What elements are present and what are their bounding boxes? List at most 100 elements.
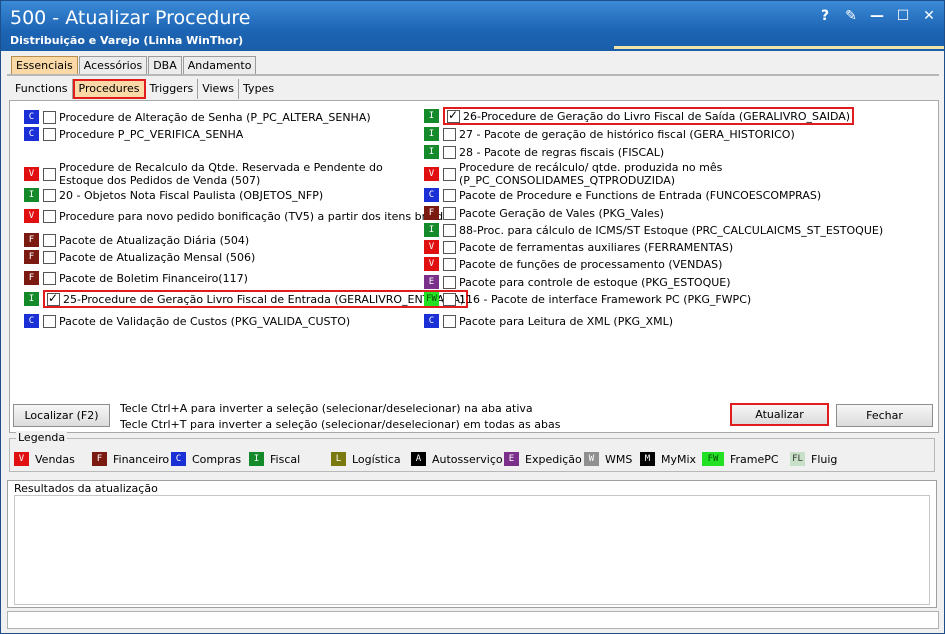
legend-label: Financeiro bbox=[113, 452, 170, 466]
item-checkbox[interactable] bbox=[443, 314, 456, 328]
item-checkbox[interactable] bbox=[443, 275, 456, 289]
results-textarea[interactable] bbox=[14, 495, 930, 605]
legend-label: MyMix bbox=[661, 452, 697, 466]
list-item[interactable]: F Pacote Geração de Vales (PKG_Vales) bbox=[424, 205, 664, 221]
item-label: Pacote de funções de processamento (VEND… bbox=[459, 257, 723, 271]
edit-icon[interactable]: ✎ bbox=[844, 8, 858, 24]
list-item[interactable]: C Procedure de Alteração de Senha (P_PC_… bbox=[24, 109, 371, 125]
legend-badge: E bbox=[504, 452, 519, 466]
item-checkbox[interactable] bbox=[443, 240, 456, 254]
list-item[interactable]: I 26-Procedure de Geração do Livro Fisca… bbox=[424, 107, 855, 125]
item-label: 26-Procedure de Geração do Livro Fiscal … bbox=[463, 109, 851, 123]
item-checkbox[interactable] bbox=[443, 257, 456, 271]
item-checkbox[interactable] bbox=[43, 167, 56, 181]
item-checkbox[interactable] bbox=[43, 127, 56, 141]
item-label: Pacote de ferramentas auxiliares (FERRAM… bbox=[459, 240, 734, 254]
sub-tabs: Functions Procedures Triggers Views Type… bbox=[11, 79, 278, 99]
tab-functions[interactable]: Functions bbox=[11, 79, 73, 99]
list-item[interactable]: FW 116 - Pacote de interface Framework P… bbox=[424, 291, 751, 307]
legend-item: W WMS bbox=[584, 452, 632, 466]
tab-procedures[interactable]: Procedures bbox=[72, 79, 146, 99]
tab-essenciais[interactable]: Essenciais bbox=[11, 56, 78, 74]
item-checkbox[interactable] bbox=[443, 167, 456, 181]
help-icon[interactable]: ? bbox=[818, 8, 832, 24]
list-item[interactable]: I 88-Proc. para cálculo de ICMS/ST Estoq… bbox=[424, 222, 883, 238]
module-badge: FW bbox=[424, 292, 439, 306]
legend-item: M MyMix bbox=[640, 452, 696, 466]
item-label: 28 - Pacote de regras fiscais (FISCAL) bbox=[459, 145, 665, 159]
item-checkbox[interactable] bbox=[43, 233, 56, 247]
procedures-panel: C Procedure de Alteração de Senha (P_PC_… bbox=[9, 100, 939, 433]
list-item[interactable]: V Pacote de funções de processamento (VE… bbox=[424, 256, 722, 272]
list-item[interactable]: C Pacote de Procedure e Functions de Ent… bbox=[424, 187, 821, 203]
localizar-button[interactable]: Localizar (F2) bbox=[13, 404, 110, 427]
legend-item: FW FramePC bbox=[702, 452, 779, 466]
fechar-button[interactable]: Fechar bbox=[836, 404, 933, 427]
tab-dba[interactable]: DBA bbox=[148, 56, 182, 74]
item-checkbox[interactable] bbox=[43, 250, 56, 264]
module-badge: C bbox=[24, 314, 39, 328]
window-title: 500 - Atualizar Procedure bbox=[10, 7, 251, 29]
legend-badge: FL bbox=[790, 452, 805, 466]
item-checkbox[interactable] bbox=[443, 292, 456, 306]
item-checkbox[interactable] bbox=[443, 223, 456, 237]
close-icon[interactable]: ✕ bbox=[922, 8, 936, 24]
tab-triggers[interactable]: Triggers bbox=[146, 79, 199, 99]
tab-types[interactable]: Types bbox=[239, 79, 278, 99]
legend-item: FL Fluig bbox=[790, 452, 837, 466]
atualizar-button[interactable]: Atualizar bbox=[730, 403, 829, 426]
module-badge: I bbox=[424, 223, 439, 237]
list-item[interactable]: E Pacote para controle de estoque (PKG_E… bbox=[424, 274, 731, 290]
item-checkbox[interactable] bbox=[47, 291, 60, 306]
item-label: 88-Proc. para cálculo de ICMS/ST Estoque… bbox=[459, 223, 884, 237]
list-item[interactable]: I 28 - Pacote de regras fiscais (FISCAL) bbox=[424, 144, 664, 160]
highlight-box: 26-Procedure de Geração do Livro Fiscal … bbox=[443, 107, 855, 125]
maximize-icon[interactable]: ☐ bbox=[896, 8, 910, 24]
item-checkbox[interactable] bbox=[43, 271, 56, 285]
item-label: Procedure para novo pedido bonificação (… bbox=[59, 209, 456, 223]
list-item[interactable]: I 25-Procedure de Geração Livro Fiscal d… bbox=[24, 290, 469, 308]
item-checkbox[interactable] bbox=[43, 314, 56, 328]
list-item[interactable]: I 20 - Objetos Nota Fiscal Paulista (OBJ… bbox=[24, 187, 323, 203]
item-checkbox[interactable] bbox=[43, 188, 56, 202]
legend-title: Legenda bbox=[16, 431, 68, 444]
legend-badge: F bbox=[92, 452, 107, 466]
list-item[interactable]: F Pacote de Atualização Diária (504) bbox=[24, 232, 249, 248]
legend-label: Autosserviço bbox=[432, 452, 503, 466]
list-item[interactable]: V Procedure de Recalculo da Qtde. Reserv… bbox=[24, 160, 414, 188]
list-item[interactable]: F Pacote de Boletim Financeiro(117) bbox=[24, 270, 248, 286]
list-item[interactable]: C Pacote para Leitura de XML (PKG_XML) bbox=[424, 313, 673, 329]
item-label: Procedure de recálculo/ qtde. produzida … bbox=[459, 161, 723, 187]
list-item[interactable]: V Pacote de ferramentas auxiliares (FERR… bbox=[424, 239, 733, 255]
legend-item: I Fiscal bbox=[249, 452, 300, 466]
item-checkbox[interactable] bbox=[443, 188, 456, 202]
results-group: Resultados da atualização bbox=[7, 480, 937, 608]
item-checkbox[interactable] bbox=[43, 110, 56, 124]
tab-acessorios[interactable]: Acessórios bbox=[78, 56, 148, 74]
minimize-icon[interactable]: — bbox=[870, 8, 884, 24]
list-item[interactable]: I 27 - Pacote de geração de histórico fi… bbox=[424, 126, 795, 142]
tab-andamento[interactable]: Andamento bbox=[182, 56, 257, 74]
item-label: 27 - Pacote de geração de histórico fisc… bbox=[459, 127, 795, 141]
item-checkbox[interactable] bbox=[443, 206, 456, 220]
item-label: Pacote de Atualização Diária (504) bbox=[59, 233, 250, 247]
legend-label: Fiscal bbox=[270, 452, 301, 466]
list-item[interactable]: C Pacote de Validação de Custos (PKG_VAL… bbox=[24, 313, 350, 329]
module-badge: C bbox=[424, 314, 439, 328]
module-badge: I bbox=[24, 292, 39, 306]
list-item[interactable]: F Pacote de Atualização Mensal (506) bbox=[24, 249, 255, 265]
tab-views[interactable]: Views bbox=[198, 79, 240, 99]
legend-badge: L bbox=[331, 452, 346, 466]
item-checkbox[interactable] bbox=[443, 127, 456, 141]
item-checkbox[interactable] bbox=[443, 145, 456, 159]
module-badge: E bbox=[424, 275, 439, 289]
item-checkbox[interactable] bbox=[43, 209, 56, 223]
legend-item: L Logística bbox=[331, 452, 401, 466]
item-checkbox[interactable] bbox=[447, 108, 460, 123]
legend-label: Fluig bbox=[811, 452, 838, 466]
hint-ctrl-t: Tecle Ctrl+T para inverter a seleção (se… bbox=[120, 418, 561, 431]
main-window: 500 - Atualizar Procedure Distribuição e… bbox=[0, 0, 945, 634]
list-item[interactable]: C Procedure P_PC_VERIFICA_SENHA bbox=[24, 126, 243, 142]
list-item[interactable]: V Procedure para novo pedido bonificação… bbox=[24, 208, 456, 224]
list-item[interactable]: V Procedure de recálculo/ qtde. produzid… bbox=[424, 160, 814, 188]
